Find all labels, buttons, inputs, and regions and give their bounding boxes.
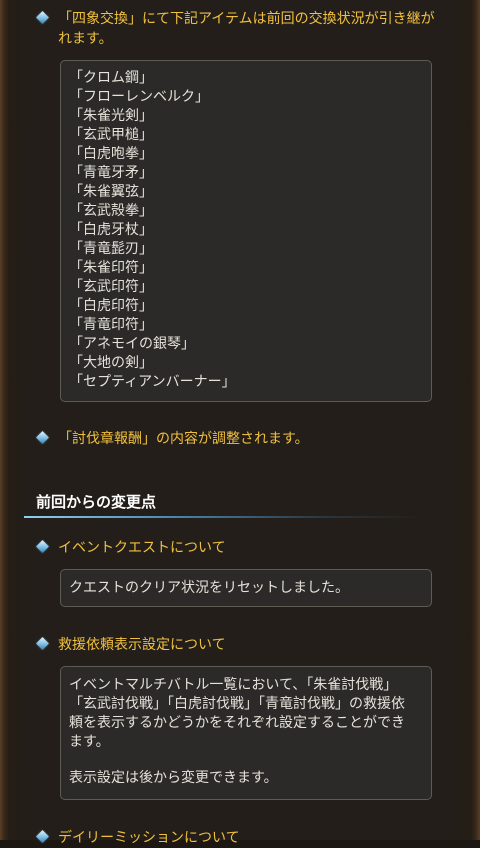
exchange-item-list: 「クロム鋼」 「フローレンベルク」 「朱雀光剣」 「玄武甲槌」 「白虎咆拳」 「… <box>60 60 432 402</box>
list-item: 「朱雀翼弦」 <box>69 184 153 200</box>
notice-exchange-text: 「四象交換」にて下記アイテムは前回の交換状況が引き継がれます。 <box>58 11 435 47</box>
list-item: 「セプティアンバーナー」 <box>69 374 236 390</box>
daily-heading-text: デイリーミッションについて <box>58 830 240 846</box>
list-item: 「アネモイの銀琴」 <box>69 336 195 352</box>
list-item: 「玄武甲槌」 <box>69 127 153 143</box>
notice-reward-text: 「討伐章報酬」の内容が調整されます。 <box>58 431 309 447</box>
rescue-body-line: ます。 <box>69 734 110 750</box>
bullet-diamond-icon <box>36 637 49 650</box>
list-item: 「大地の剣」 <box>69 355 153 371</box>
rescue-body-line: イベントマルチバトル一覧において、「朱雀討伐戦」 <box>69 677 398 693</box>
rescue-body-line: 頼を表示するかどうかをそれぞれ設定することができ <box>69 715 405 731</box>
list-item: 「白虎牙杖」 <box>69 222 153 238</box>
bullet-diamond-icon <box>36 431 49 444</box>
bullet-diamond-icon <box>36 830 49 843</box>
section-divider <box>24 516 424 518</box>
section-title: 前回からの変更点 <box>36 493 157 511</box>
list-item: 「青竜印符」 <box>69 317 153 333</box>
list-item: 「玄武殻拳」 <box>69 203 153 219</box>
bullet-diamond-icon <box>36 11 49 24</box>
list-item: 「フローレンベルク」 <box>69 89 209 105</box>
rescue-heading-text: 救援依頼表示設定について <box>58 637 226 653</box>
bullet-diamond-icon <box>36 540 49 553</box>
list-item: 「玄武印符」 <box>69 279 153 295</box>
rescue-box: イベントマルチバトル一覧において、「朱雀討伐戦」 「玄武討伐戦」「白虎討伐戦」「… <box>60 666 432 800</box>
rescue-note: 表示設定は後から変更できます。 <box>69 770 278 786</box>
notice-reward: 「討伐章報酬」の内容が調整されます。 <box>36 429 448 449</box>
event-quest-heading-text: イベントクエストについて <box>58 540 226 556</box>
list-item: 「朱雀印符」 <box>69 260 153 276</box>
section-header: 前回からの変更点 <box>24 490 434 520</box>
list-item: 「白虎咆拳」 <box>69 146 153 162</box>
event-quest-box: クエストのクリア状況をリセットしました。 <box>60 569 432 607</box>
list-item: 「朱雀光剣」 <box>69 108 153 124</box>
list-item: 「クロム鋼」 <box>69 70 153 86</box>
event-quest-body: クエストのクリア状況をリセットしました。 <box>69 580 349 596</box>
rescue-body-line: 「玄武討伐戦」「白虎討伐戦」「青竜討伐戦」の救援依 <box>69 696 405 712</box>
daily-heading: デイリーミッションについて <box>36 828 448 848</box>
list-item: 「青竜牙矛」 <box>69 165 153 181</box>
notice-exchange: 「四象交換」にて下記アイテムは前回の交換状況が引き継がれます。 <box>36 9 448 49</box>
rescue-heading: 救援依頼表示設定について <box>36 635 448 655</box>
event-quest-heading: イベントクエストについて <box>36 538 448 558</box>
list-item: 「青竜髭刃」 <box>69 241 153 257</box>
list-item: 「白虎印符」 <box>69 298 153 314</box>
